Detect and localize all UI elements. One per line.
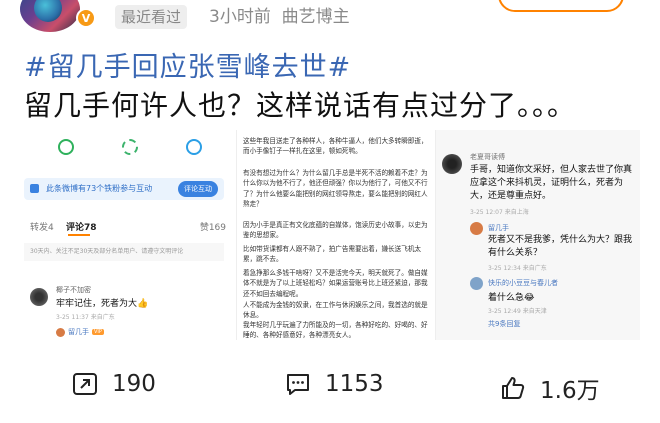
comment-text: 手哥，知道你文采好，但人家去世了你真应拿这个来抖机灵，证明什么，死者为大，还是尊… bbox=[470, 165, 633, 201]
comment-count: 1153 bbox=[325, 371, 384, 397]
article-paragraph: 着急挣那么多钱干啥呀？又不是活完今天，明天就死了。做自媒体不就是为了以上班轻松吗… bbox=[243, 269, 428, 298]
promo-button: 评论互动 bbox=[178, 181, 218, 197]
image-panel-right: 老夏哥读傅 手哥，知道你文采好，但人家去世了你真应拿这个来抖机灵，证明什么，死者… bbox=[436, 130, 640, 340]
more-replies-link: 共9条回复 bbox=[488, 320, 521, 328]
reply-text: 死者又不是我爹，凭什么为大？跟我有什么关系？ bbox=[488, 235, 633, 258]
comment-time: 3-25 11:37 来自广东 bbox=[56, 314, 115, 321]
tab-comment: 评论78 bbox=[66, 223, 97, 233]
reply-avatar bbox=[56, 327, 65, 337]
article-paragraph: 人不能成为金钱的奴隶，在工作与休闲娱乐之间，我首选的就是休息。 bbox=[243, 301, 428, 320]
author-role: 曲艺博主 bbox=[281, 7, 350, 27]
tab-repost: 转发4 bbox=[30, 223, 54, 233]
reply-row: 留几手 VIP bbox=[56, 327, 104, 337]
article-paragraph: 比如带货课都有人跟不熟了，拍广告需要出着，嫌长送飞机太累，跳不去。 bbox=[243, 245, 422, 264]
like-button[interactable]: 1.6万 bbox=[500, 371, 600, 405]
reply-user: 留几手 bbox=[488, 224, 509, 232]
repost-count: 190 bbox=[112, 371, 156, 397]
share-icons-row bbox=[24, 139, 236, 155]
comment-icon bbox=[287, 374, 309, 395]
thumbs-up-icon bbox=[502, 377, 525, 399]
follow-button[interactable] bbox=[498, 0, 624, 12]
reply-avatar bbox=[470, 277, 483, 290]
reply-time: 3-25 12:49 来自天津 bbox=[488, 308, 547, 315]
tab-underline bbox=[68, 234, 90, 236]
verified-badge-icon: V bbox=[76, 8, 96, 28]
comment-time: 3-25 12:07 来自上海 bbox=[470, 209, 529, 216]
topic-hashtag[interactable]: #留几手回应张雪峰去世# bbox=[24, 50, 351, 86]
post-image[interactable]: 此条微博有73个铁粉参与互动 评论互动 转发4 评论78 赞169 30天内、关… bbox=[24, 130, 640, 340]
qq-icon bbox=[186, 139, 202, 155]
moments-icon bbox=[122, 139, 138, 155]
image-panel-left: 此条微博有73个铁粉参与互动 评论互动 转发4 评论78 赞169 30天内、关… bbox=[24, 130, 236, 340]
commenter-avatar bbox=[30, 288, 48, 306]
post-meta: 3小时前 曲艺博主 bbox=[209, 4, 350, 30]
action-bar: 190 1153 1.6万 bbox=[0, 363, 660, 413]
reply-user: 留几手 bbox=[68, 328, 89, 336]
post-text: 留几手何许人也？这样说话有点过分了。。。 bbox=[24, 89, 577, 122]
recent-viewed-badge: 最近看过 bbox=[115, 5, 188, 29]
commenter-avatar bbox=[442, 154, 462, 174]
reply-user: 快乐的小豆豆与春儿者 bbox=[488, 279, 558, 287]
fans-promo-banner: 此条微博有73个铁粉参与互动 评论互动 bbox=[24, 178, 224, 200]
post-time: 3小时前 bbox=[209, 7, 271, 27]
image-panel-article: 这些年我目送走了各种样人，各种牛逼人，他们大多转瞬即逝，而小手像钉子一样扎在这里… bbox=[236, 130, 436, 340]
reply-time: 3-25 12:34 来自广东 bbox=[488, 265, 547, 272]
reply-avatar bbox=[470, 222, 483, 235]
author-avatar[interactable] bbox=[20, 0, 80, 32]
promo-text: 此条微博有73个铁粉参与互动 bbox=[46, 184, 153, 193]
comment-button[interactable]: 1153 bbox=[285, 371, 384, 397]
comment-notice: 30天内、关注不足30天及部分名单用户、请遵守文明评论 bbox=[24, 243, 224, 261]
vip-tag: VIP bbox=[92, 329, 104, 335]
article-paragraph: 有没有想过为什么？为什么留几手总是半死不活的赖着不走？为什么你以为他不行了，他还… bbox=[243, 169, 428, 209]
article-paragraph: 因为小手是真正有文化底蕴的自媒体，饱读历史小故事，以史为鉴的思想家。 bbox=[243, 221, 428, 240]
repost-icon bbox=[73, 373, 97, 395]
repost-button[interactable]: 190 bbox=[72, 371, 156, 397]
wechat-icon bbox=[58, 139, 74, 155]
comment-text: 牢牢记住，死者为大👍 bbox=[56, 299, 149, 309]
like-count: 1.6万 bbox=[540, 378, 600, 404]
commenter-name: 椰子不加密 bbox=[56, 286, 91, 294]
article-paragraph: 这些年我目送走了各种样人，各种牛逼人，他们大多转瞬即逝，而小手像钉子一样扎在这里… bbox=[243, 137, 428, 156]
reply-text: 着什么急😂 bbox=[488, 293, 535, 303]
article-paragraph: 我年轻时几乎玩遍了力所能及的一切，各种好吃的、好喝的、好睡的、各种好感意好，各种… bbox=[243, 321, 428, 340]
promo-icon bbox=[30, 184, 39, 193]
tab-likes: 赞169 bbox=[199, 223, 226, 233]
commenter-name: 老夏哥读傅 bbox=[470, 153, 505, 161]
